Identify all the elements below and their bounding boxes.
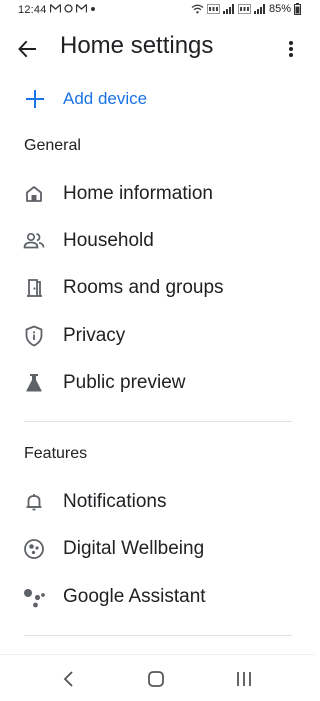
- status-bar: 12:44 85%: [0, 0, 315, 22]
- arrow-back-icon: [18, 40, 36, 58]
- list-item-label: Public preview: [63, 372, 186, 393]
- home-square-icon: [148, 671, 164, 687]
- battery-icon: [294, 3, 301, 15]
- bell-icon: [22, 490, 46, 514]
- wifi-icon: [191, 4, 204, 14]
- back-button[interactable]: [14, 36, 40, 62]
- recents-icon: [237, 672, 251, 686]
- home-icon: [22, 182, 46, 206]
- list-item-public-preview[interactable]: Public preview: [0, 363, 315, 403]
- nav-recents-button[interactable]: [232, 667, 256, 691]
- plus-icon: [22, 86, 48, 112]
- app-bar: Home settings: [0, 26, 315, 70]
- list-item-privacy[interactable]: Privacy: [0, 316, 315, 356]
- list-item-notifications[interactable]: Notifications: [0, 482, 315, 522]
- app-notification-icon: [64, 4, 73, 13]
- wellbeing-icon: [22, 537, 46, 561]
- list-item-google-assistant[interactable]: Google Assistant: [0, 577, 315, 617]
- list-item-household[interactable]: Household: [0, 221, 315, 261]
- signal-icon: [222, 4, 234, 14]
- list-item-label: Digital Wellbeing: [63, 538, 205, 559]
- gmail-icon-2: [76, 4, 87, 13]
- flask-icon: [22, 371, 46, 395]
- nav-home-button[interactable]: [144, 667, 168, 691]
- system-navigation-bar: [0, 654, 315, 701]
- dot-icon: [91, 7, 95, 11]
- list-item-label: Home information: [63, 183, 213, 204]
- add-device-label: Add device: [63, 89, 148, 108]
- list-item-rooms-and-groups[interactable]: Rooms and groups: [0, 268, 315, 308]
- section-divider: [24, 635, 292, 636]
- section-header-features: Features: [24, 445, 88, 462]
- battery-percentage: 85%: [268, 3, 291, 15]
- gmail-icon: [50, 4, 61, 13]
- assistant-icon: [22, 585, 46, 609]
- shield-icon: [22, 324, 46, 348]
- list-item-label: Google Assistant: [63, 586, 206, 607]
- section-divider: [24, 421, 292, 422]
- section-header-general: General: [24, 137, 81, 154]
- signal-icon-2: [253, 4, 265, 14]
- list-item-label: Rooms and groups: [63, 277, 224, 298]
- list-item-home-information[interactable]: Home information: [0, 174, 315, 214]
- more-options-button[interactable]: [283, 38, 299, 60]
- volte-icon: [207, 4, 220, 14]
- list-item-label: Privacy: [63, 325, 126, 346]
- list-item-label: Notifications: [63, 491, 167, 512]
- list-item-label: Household: [63, 230, 154, 251]
- status-time: 12:44: [18, 4, 47, 16]
- nav-back-button[interactable]: [56, 667, 80, 691]
- status-notification-icons: [50, 4, 96, 13]
- page-title: Home settings: [60, 32, 214, 59]
- door-icon: [22, 276, 46, 300]
- status-right-icons: 85%: [191, 3, 301, 15]
- list-item-digital-wellbeing[interactable]: Digital Wellbeing: [0, 529, 315, 569]
- volte-icon-2: [238, 4, 251, 14]
- add-device-button[interactable]: Add device: [22, 84, 222, 114]
- people-icon: [22, 229, 46, 253]
- more-vert-icon: [289, 41, 293, 57]
- chevron-left-icon: [63, 671, 73, 687]
